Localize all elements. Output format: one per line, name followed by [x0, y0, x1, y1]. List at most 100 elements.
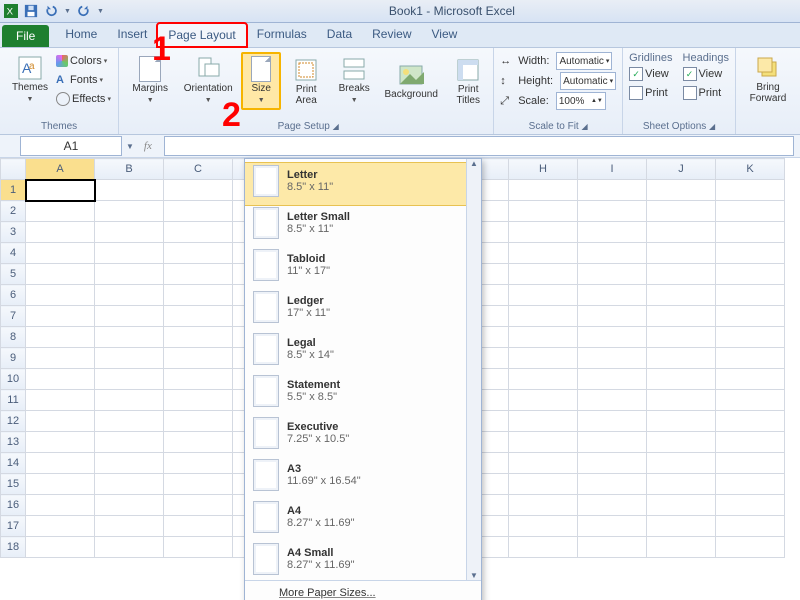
- cell-H12[interactable]: [509, 411, 578, 432]
- cell-K14[interactable]: [716, 453, 785, 474]
- cell-B13[interactable]: [95, 432, 164, 453]
- gridlines-print-checkbox[interactable]: Print: [629, 84, 672, 102]
- cell-J6[interactable]: [647, 285, 716, 306]
- col-header-A[interactable]: A: [26, 159, 95, 180]
- cell-C2[interactable]: [164, 201, 233, 222]
- cell-H16[interactable]: [509, 495, 578, 516]
- col-header-C[interactable]: C: [164, 159, 233, 180]
- cell-A18[interactable]: [26, 537, 95, 558]
- col-header-B[interactable]: B: [95, 159, 164, 180]
- cell-B8[interactable]: [95, 327, 164, 348]
- cell-H15[interactable]: [509, 474, 578, 495]
- cell-K13[interactable]: [716, 432, 785, 453]
- cell-H8[interactable]: [509, 327, 578, 348]
- row-header-1[interactable]: 1: [1, 180, 26, 201]
- tab-review[interactable]: Review: [362, 23, 421, 47]
- cell-H7[interactable]: [509, 306, 578, 327]
- cell-H18[interactable]: [509, 537, 578, 558]
- cell-I15[interactable]: [578, 474, 647, 495]
- cell-C1[interactable]: [164, 180, 233, 201]
- cell-A7[interactable]: [26, 306, 95, 327]
- cell-B17[interactable]: [95, 516, 164, 537]
- cell-I11[interactable]: [578, 390, 647, 411]
- cell-A2[interactable]: [26, 201, 95, 222]
- row-header-10[interactable]: 10: [1, 369, 26, 390]
- row-header-7[interactable]: 7: [1, 306, 26, 327]
- more-paper-sizes[interactable]: More Paper Sizes...: [245, 580, 481, 600]
- cell-J1[interactable]: [647, 180, 716, 201]
- scale-height-combo[interactable]: Automatic▾: [560, 72, 616, 90]
- cell-J16[interactable]: [647, 495, 716, 516]
- row-header-6[interactable]: 6: [1, 285, 26, 306]
- paper-size-letter[interactable]: Letter8.5" x 11": [245, 163, 481, 205]
- cell-C14[interactable]: [164, 453, 233, 474]
- cell-H10[interactable]: [509, 369, 578, 390]
- tab-file[interactable]: File: [2, 25, 49, 47]
- cell-B10[interactable]: [95, 369, 164, 390]
- cell-I7[interactable]: [578, 306, 647, 327]
- col-header-K[interactable]: K: [716, 159, 785, 180]
- cell-A3[interactable]: [26, 222, 95, 243]
- cell-C6[interactable]: [164, 285, 233, 306]
- cell-J3[interactable]: [647, 222, 716, 243]
- cell-A12[interactable]: [26, 411, 95, 432]
- scale-width-combo[interactable]: Automatic▾: [556, 52, 612, 70]
- cell-J10[interactable]: [647, 369, 716, 390]
- cell-A8[interactable]: [26, 327, 95, 348]
- cell-J8[interactable]: [647, 327, 716, 348]
- row-header-15[interactable]: 15: [1, 474, 26, 495]
- paper-size-letter-small[interactable]: Letter Small8.5" x 11": [245, 205, 481, 247]
- cell-J17[interactable]: [647, 516, 716, 537]
- name-box[interactable]: A1: [20, 136, 122, 156]
- col-header-J[interactable]: J: [647, 159, 716, 180]
- headings-view-checkbox[interactable]: ✓View: [683, 65, 729, 83]
- row-header-4[interactable]: 4: [1, 243, 26, 264]
- cell-J11[interactable]: [647, 390, 716, 411]
- row-header-16[interactable]: 16: [1, 495, 26, 516]
- undo-more-icon[interactable]: ▼: [64, 8, 71, 15]
- cell-C8[interactable]: [164, 327, 233, 348]
- cell-C12[interactable]: [164, 411, 233, 432]
- cell-C5[interactable]: [164, 264, 233, 285]
- cell-C3[interactable]: [164, 222, 233, 243]
- cell-K4[interactable]: [716, 243, 785, 264]
- dropdown-scrollbar[interactable]: ▲▼: [466, 159, 481, 580]
- cell-C9[interactable]: [164, 348, 233, 369]
- namebox-dropdown-icon[interactable]: ▼: [122, 142, 138, 151]
- cell-I13[interactable]: [578, 432, 647, 453]
- cell-I2[interactable]: [578, 201, 647, 222]
- cell-J14[interactable]: [647, 453, 716, 474]
- select-all-corner[interactable]: [1, 159, 26, 180]
- fx-icon[interactable]: fx: [138, 140, 158, 152]
- paper-size-legal[interactable]: Legal8.5" x 14": [245, 331, 481, 373]
- cell-C13[interactable]: [164, 432, 233, 453]
- cell-J5[interactable]: [647, 264, 716, 285]
- background-button[interactable]: Background: [379, 59, 443, 103]
- cell-I8[interactable]: [578, 327, 647, 348]
- cell-H5[interactable]: [509, 264, 578, 285]
- cell-A9[interactable]: [26, 348, 95, 369]
- cell-B11[interactable]: [95, 390, 164, 411]
- cell-A17[interactable]: [26, 516, 95, 537]
- undo-icon[interactable]: [44, 4, 58, 18]
- cell-H11[interactable]: [509, 390, 578, 411]
- cell-B1[interactable]: [95, 180, 164, 201]
- tab-data[interactable]: Data: [317, 23, 362, 47]
- cell-H17[interactable]: [509, 516, 578, 537]
- row-header-11[interactable]: 11: [1, 390, 26, 411]
- cell-A10[interactable]: [26, 369, 95, 390]
- cell-A5[interactable]: [26, 264, 95, 285]
- cell-J18[interactable]: [647, 537, 716, 558]
- cell-H4[interactable]: [509, 243, 578, 264]
- cell-J2[interactable]: [647, 201, 716, 222]
- cell-B18[interactable]: [95, 537, 164, 558]
- cell-I9[interactable]: [578, 348, 647, 369]
- cell-K9[interactable]: [716, 348, 785, 369]
- cell-H3[interactable]: [509, 222, 578, 243]
- row-header-2[interactable]: 2: [1, 201, 26, 222]
- cell-B9[interactable]: [95, 348, 164, 369]
- cell-K5[interactable]: [716, 264, 785, 285]
- paper-size-tabloid[interactable]: Tabloid11" x 17": [245, 247, 481, 289]
- cell-H9[interactable]: [509, 348, 578, 369]
- cell-I14[interactable]: [578, 453, 647, 474]
